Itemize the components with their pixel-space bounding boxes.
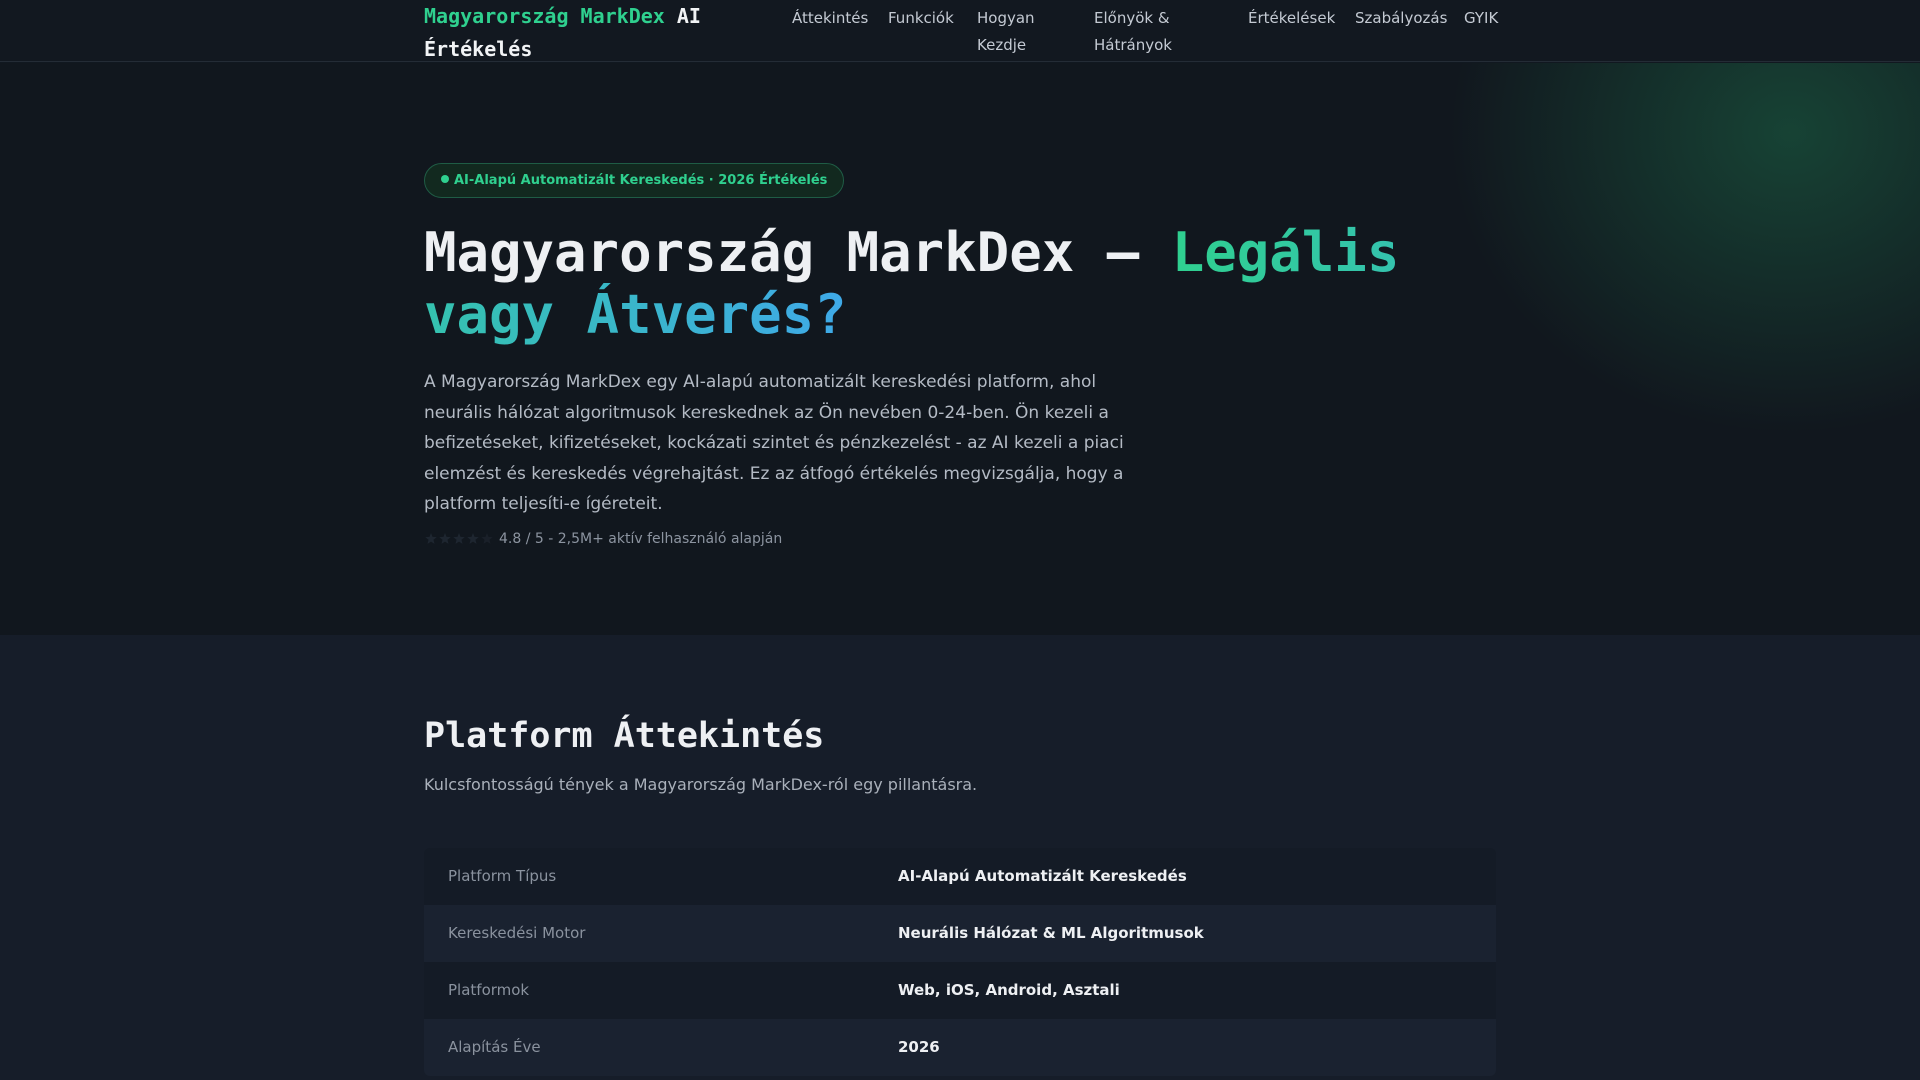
star-icon <box>467 533 479 544</box>
nav-links: Áttekintés Funkciók Hogyan Kezdje Előnyö… <box>0 0 1920 62</box>
table-row-key: Platform Típus <box>448 867 557 885</box>
table-row-value: 2026 <box>898 1038 940 1056</box>
star-icon <box>453 533 465 544</box>
table-row-value: Neurális Hálózat & ML Algoritmusok <box>898 924 1204 942</box>
star-icon <box>439 533 451 544</box>
hero-badge: AI-Alapú Automatizált Kereskedés · 2026 … <box>424 163 845 198</box>
hero-badge-text: AI-Alapú Automatizált Kereskedés · 2026 … <box>454 173 828 188</box>
nav-link-elonyok-hatranyok[interactable]: Előnyök & Hátrányok <box>1094 5 1224 59</box>
hero-title: Magyarország MarkDex – Legális vagy Átve… <box>424 222 1424 346</box>
table-row-key: Kereskedési Motor <box>448 924 586 942</box>
table-row: Platform Típus AI-Alapú Automatizált Ker… <box>424 848 1496 905</box>
nav-link-ertekelesek[interactable]: Értékelések <box>1248 5 1335 32</box>
table-row-value: AI-Alapú Automatizált Kereskedés <box>898 867 1187 885</box>
hero-section <box>0 63 1920 635</box>
hero-description: A Magyarország MarkDex egy AI-alapú auto… <box>424 372 1124 514</box>
nav-link-gyik[interactable]: GYIK <box>1464 5 1498 32</box>
rating-text: 4.8 / 5 - 2,5M+ aktív felhasználó alapjá… <box>499 531 783 547</box>
hero-title-plain: Magyarország MarkDex – <box>424 221 1172 284</box>
nav-link-attekintes[interactable]: Áttekintés <box>792 5 868 32</box>
table-row: Alapítás Éve 2026 <box>424 1019 1496 1076</box>
table-row-key: Platformok <box>448 981 530 999</box>
nav-link-hogyan-kezdje[interactable]: Hogyan Kezdje <box>977 5 1067 59</box>
overview-table: Platform Típus AI-Alapú Automatizált Ker… <box>424 848 1496 1076</box>
table-row: Kereskedési Motor Neurális Hálózat & ML … <box>424 905 1496 962</box>
overview-title: Platform Áttekintés <box>424 716 825 756</box>
status-dot-icon <box>441 175 449 183</box>
top-navigation: Magyarország MarkDex AI Értékelés Átteki… <box>0 0 1920 62</box>
star-icon <box>425 533 437 544</box>
star-rating-icon <box>425 533 493 544</box>
star-icon <box>481 533 493 544</box>
nav-link-funkciok[interactable]: Funkciók <box>888 5 954 32</box>
table-row: Platformok Web, iOS, Android, Asztali <box>424 962 1496 1019</box>
table-row-value: Web, iOS, Android, Asztali <box>898 981 1120 999</box>
table-row-key: Alapítás Éve <box>448 1038 541 1056</box>
nav-link-szabalyozas[interactable]: Szabályozás <box>1355 5 1447 32</box>
overview-subtitle: Kulcsfontosságú tények a Magyarország Ma… <box>424 775 978 794</box>
